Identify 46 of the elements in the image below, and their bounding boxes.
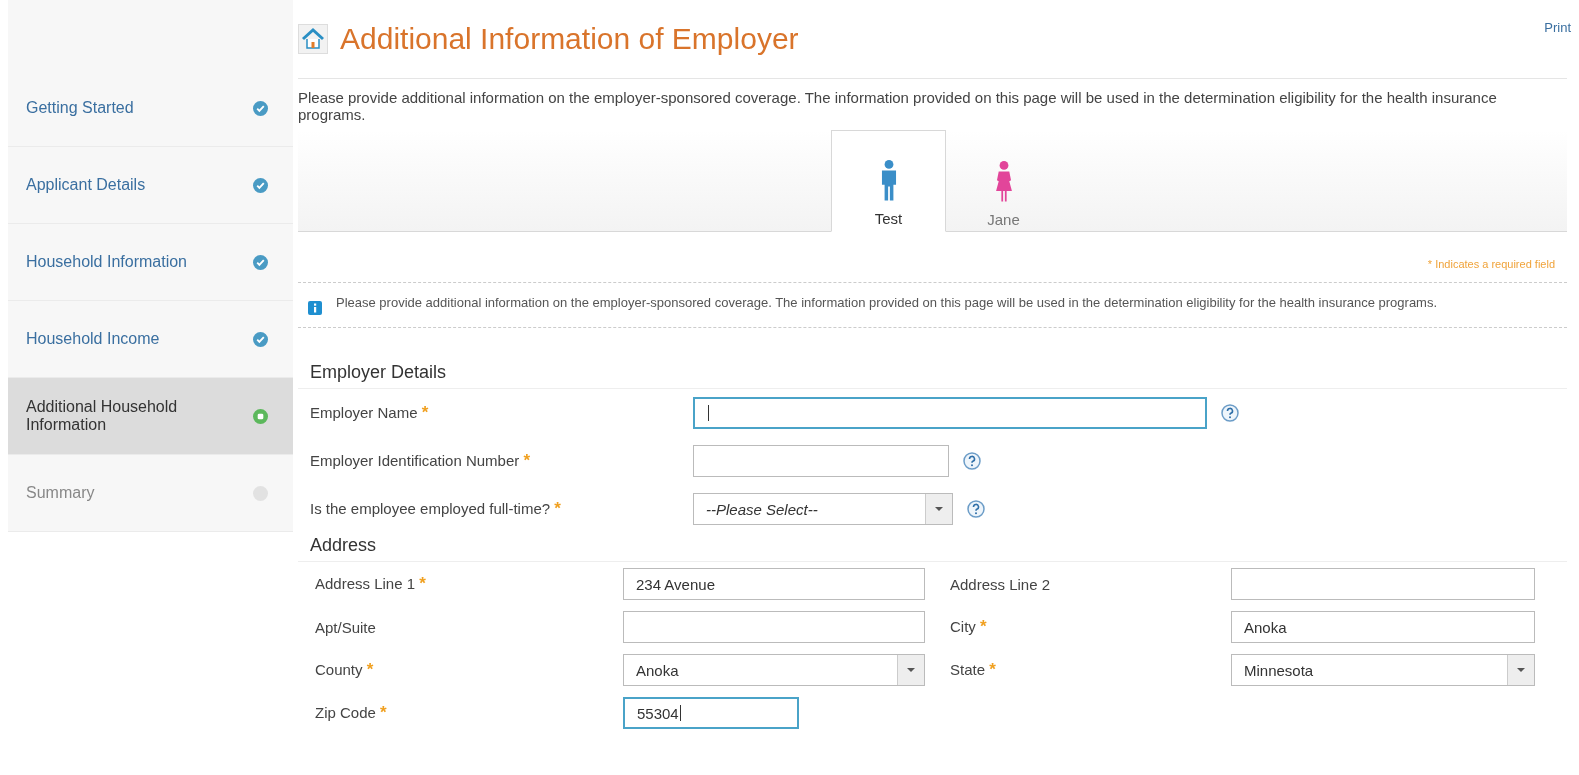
person-tab[interactable]: Jane	[946, 130, 1061, 232]
dropdown[interactable]: --Please Select--	[693, 493, 953, 525]
section-heading: Employer Details	[298, 362, 1567, 389]
field-label: Zip Code *	[315, 703, 388, 723]
required-note: * Indicates a required field	[1427, 258, 1555, 270]
field-label: Address Line 2	[949, 575, 1052, 593]
field-label: Apt/Suite	[315, 618, 377, 636]
check-icon	[253, 331, 268, 347]
caret-icon	[907, 668, 915, 672]
sidebar-item[interactable]: Getting Started	[8, 70, 293, 147]
caret-icon	[935, 507, 943, 511]
help-icon[interactable]	[1221, 404, 1239, 422]
input-field[interactable]	[693, 445, 949, 477]
help-icon[interactable]	[967, 500, 985, 518]
check-icon	[253, 100, 268, 116]
input-field[interactable]	[623, 611, 925, 643]
ring-icon	[253, 408, 268, 424]
intro-text: Please provide additional information on the employer-sponsored coverage. The information provided on this page will be used in the determination eligibility for the health insurance programs.	[298, 89, 1498, 123]
input-field[interactable]	[693, 397, 1207, 429]
field-label: Employer Name *	[310, 403, 430, 423]
home-icon	[298, 24, 328, 54]
input-field[interactable]: Anoka	[1231, 611, 1535, 643]
person-tab[interactable]: Test	[831, 130, 946, 232]
help-icon[interactable]	[963, 452, 981, 470]
sidebar-item[interactable]: Additional Household Information	[8, 378, 293, 455]
sidebar-item[interactable]: Applicant Details	[8, 147, 293, 224]
dropdown[interactable]: Anoka	[623, 654, 925, 686]
field-label: City *	[949, 617, 988, 637]
input-field[interactable]: 55304	[623, 697, 799, 729]
field-label: Is the employee employed full-time? *	[310, 499, 562, 519]
input-field[interactable]	[1231, 568, 1535, 600]
caret-icon	[1517, 668, 1525, 672]
sidebar-item[interactable]: Household Information	[8, 224, 293, 301]
field-label: Address Line 1 *	[315, 574, 427, 594]
dropdown[interactable]: Minnesota	[1231, 654, 1535, 686]
section-heading: Address	[298, 535, 1567, 562]
info-icon	[308, 301, 322, 315]
check-icon	[253, 177, 268, 193]
print-link[interactable]: Print	[1544, 20, 1571, 35]
page-title: Additional Information of Employer	[340, 22, 799, 56]
info-text: Please provide additional information on the employer-sponsored coverage. The information provided on this page will be used in the determination eligibility for the health insurance programs.	[336, 295, 1438, 312]
field-label: Employer Identification Number *	[310, 451, 532, 471]
field-label: State *	[949, 660, 997, 680]
check-icon	[253, 254, 268, 270]
field-label: County *	[315, 660, 375, 680]
input-field[interactable]: 234 Avenue	[623, 568, 925, 600]
